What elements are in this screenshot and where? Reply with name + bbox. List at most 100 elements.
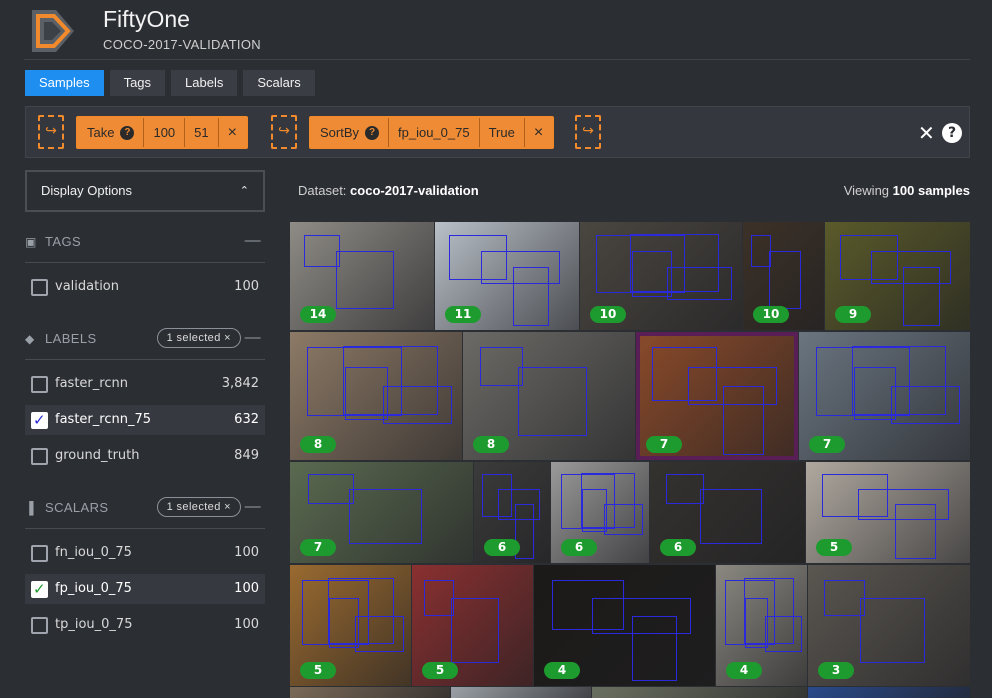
sample-thumbnail[interactable]: 4 xyxy=(716,565,807,686)
remove-stage-take-button[interactable]: × xyxy=(219,118,246,147)
checkbox[interactable] xyxy=(31,376,48,393)
collapse-labels-icon[interactable]: — xyxy=(245,329,261,347)
display-options-label: Display Options xyxy=(41,183,133,198)
view-help-icon[interactable]: ? xyxy=(942,123,962,143)
sample-thumbnail[interactable]: 6 xyxy=(474,462,550,563)
sample-thumbnail[interactable]: 6 xyxy=(551,462,649,563)
stage-sortby-param-reverse[interactable]: True xyxy=(480,118,525,147)
detection-count-badge: 7 xyxy=(300,539,336,556)
sample-thumbnail[interactable] xyxy=(808,687,970,698)
checkbox[interactable] xyxy=(31,448,48,465)
viewing-prefix: Viewing xyxy=(843,183,890,198)
checkbox[interactable] xyxy=(31,405,48,435)
row-count: 3,842 xyxy=(221,376,259,391)
sample-thumbnail[interactable]: 11 xyxy=(435,222,579,330)
detection-box xyxy=(512,267,549,326)
stage-sortby-param-field[interactable]: fp_iou_0_75 xyxy=(389,118,480,147)
detection-box xyxy=(859,597,925,663)
sample-thumbnail[interactable]: 6 xyxy=(650,462,805,563)
row-label: faster_rcnn_75 xyxy=(55,412,151,427)
checkbox[interactable] xyxy=(31,574,48,604)
help-icon[interactable]: ? xyxy=(365,125,380,140)
collapse-scalars-icon[interactable]: — xyxy=(245,498,261,516)
labels-selected-badge[interactable]: 1 selected × xyxy=(156,328,241,348)
stage-take-param-size[interactable]: 100 xyxy=(144,118,186,147)
detection-count-badge: 5 xyxy=(422,662,458,679)
sample-thumbnail[interactable]: 7 xyxy=(799,332,970,460)
detection-count-badge: 7 xyxy=(646,436,682,453)
label-tag-icon: ◆ xyxy=(25,332,35,346)
dataset-line: Dataset: coco-2017-validation xyxy=(298,183,479,198)
detection-count-badge: 11 xyxy=(445,306,481,323)
detection-box xyxy=(343,346,438,416)
tab-tags[interactable]: Tags xyxy=(109,70,166,96)
app-header: FiftyOne COCO-2017-VALIDATION xyxy=(24,0,970,60)
collapse-tags-icon[interactable]: — xyxy=(245,232,261,250)
scalar-row-fn-iou[interactable]: fn_iou_0_75 100 xyxy=(25,538,265,568)
sample-thumbnail[interactable]: 5 xyxy=(806,462,970,563)
detection-box xyxy=(768,251,802,310)
clear-view-icon[interactable]: ✕ xyxy=(918,121,935,145)
checkbox[interactable] xyxy=(31,279,48,296)
sample-thumbnail[interactable]: 5 xyxy=(290,565,411,686)
sample-thumbnail[interactable]: 9 xyxy=(825,222,970,330)
help-icon[interactable]: ? xyxy=(120,125,135,140)
detection-count-badge: 14 xyxy=(300,306,336,323)
detection-count-badge: 6 xyxy=(561,539,597,556)
stage-take-label: Take xyxy=(87,125,115,140)
sample-thumbnail[interactable]: 5 xyxy=(412,565,533,686)
row-label: validation xyxy=(55,279,120,294)
scalar-row-fp-iou[interactable]: fp_iou_0_75 100 xyxy=(25,574,265,604)
remove-stage-sortby-button[interactable]: × xyxy=(525,118,552,147)
detection-box xyxy=(824,579,865,616)
label-row-faster-rcnn[interactable]: faster_rcnn 3,842 xyxy=(25,369,265,399)
detection-count-badge: 5 xyxy=(300,662,336,679)
dataset-value: coco-2017-validation xyxy=(350,183,479,198)
detection-count-badge: 4 xyxy=(726,662,762,679)
sample-thumbnail[interactable] xyxy=(592,687,807,698)
sample-thumbnail[interactable] xyxy=(451,687,591,698)
checkbox[interactable] xyxy=(31,617,48,634)
sample-thumbnail[interactable] xyxy=(290,687,450,698)
detection-box xyxy=(304,234,341,268)
scalar-row-tp-iou[interactable]: tp_iou_0_75 100 xyxy=(25,610,265,640)
fiftyone-logo-icon xyxy=(32,10,74,52)
sample-thumbnail[interactable]: 14 xyxy=(290,222,434,330)
sample-thumbnail[interactable]: 4 xyxy=(534,565,715,686)
checkbox[interactable] xyxy=(31,545,48,562)
add-stage-button[interactable]: ↪ xyxy=(575,115,601,149)
row-label: tp_iou_0_75 xyxy=(55,617,133,632)
detection-box xyxy=(336,251,394,310)
detection-count-badge: 3 xyxy=(818,662,854,679)
image-icon: ▣ xyxy=(25,235,37,249)
app-title: FiftyOne xyxy=(103,6,190,32)
tag-row-validation[interactable]: validation 100 xyxy=(25,272,265,302)
label-row-ground-truth[interactable]: ground_truth 849 xyxy=(25,441,265,471)
add-stage-button[interactable]: ↪ xyxy=(38,115,64,149)
sample-thumbnail[interactable]: 10 xyxy=(743,222,824,330)
sample-thumbnail[interactable]: 8 xyxy=(463,332,635,460)
tab-labels[interactable]: Labels xyxy=(171,70,238,96)
scalars-selected-badge[interactable]: 1 selected × xyxy=(156,497,241,517)
detection-box xyxy=(723,385,764,455)
add-stage-button[interactable]: ↪ xyxy=(271,115,297,149)
display-options-button[interactable]: Display Options ⌃ xyxy=(25,170,265,212)
stage-take-param-seed[interactable]: 51 xyxy=(185,118,219,147)
sample-thumbnail[interactable]: 8 xyxy=(290,332,462,460)
viewing-count: Viewing 100 samples xyxy=(844,183,970,198)
detection-box xyxy=(894,504,936,559)
detection-box xyxy=(518,366,587,436)
stage-sortby-name[interactable]: SortBy? xyxy=(311,118,390,147)
tab-samples[interactable]: Samples xyxy=(25,70,104,96)
detection-count-badge: 7 xyxy=(809,436,845,453)
sample-thumbnail[interactable]: 3 xyxy=(808,565,970,686)
sample-thumbnail[interactable]: 7 xyxy=(290,462,473,563)
detection-box xyxy=(665,474,705,505)
stage-take-name[interactable]: Take? xyxy=(78,118,145,147)
sample-thumbnail[interactable]: 10 xyxy=(580,222,742,330)
label-row-faster-rcnn-75[interactable]: faster_rcnn_75 632 xyxy=(25,405,265,435)
detection-box xyxy=(308,474,355,505)
row-count: 100 xyxy=(234,581,259,596)
tab-scalars[interactable]: Scalars xyxy=(243,70,315,96)
sample-thumbnail[interactable]: 7 xyxy=(636,332,798,460)
